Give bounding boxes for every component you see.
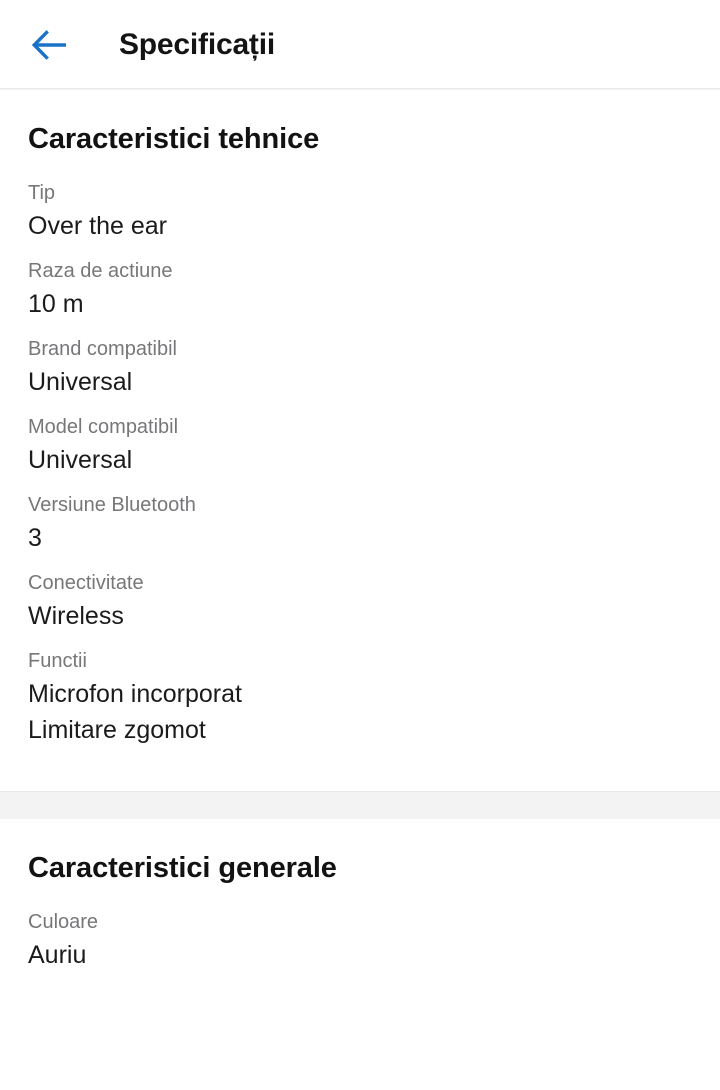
back-button[interactable] xyxy=(18,14,80,76)
spec-label: Tip xyxy=(28,181,56,204)
spec-value: 10 m xyxy=(28,289,84,318)
spec-value: Over the ear xyxy=(28,211,167,240)
spec-row: Functii Microfon incorporat Limitare zgo… xyxy=(28,647,692,761)
spec-values: Universal xyxy=(28,364,692,400)
spec-value: Microfon incorporat xyxy=(28,679,242,708)
spec-list: Culoare Auriu xyxy=(28,892,692,1016)
spec-list: Tip Over the ear Raza de actiune 10 m Br… xyxy=(28,163,692,791)
spec-value: Limitare zgomot xyxy=(28,715,206,744)
spec-values: Universal xyxy=(28,442,692,478)
spec-values: 10 m xyxy=(28,286,692,322)
spec-row: Raza de actiune 10 m xyxy=(28,257,692,335)
spec-label: Brand compatibil xyxy=(28,337,177,360)
spec-row: Conectivitate Wireless xyxy=(28,569,692,647)
spec-label: Versiune Bluetooth xyxy=(28,493,196,516)
spec-values: Over the ear xyxy=(28,208,692,244)
spec-values: 3 xyxy=(28,520,692,556)
spec-values: Auriu xyxy=(28,937,692,973)
section-technical-specs: Caracteristici tehnice Tip Over the ear … xyxy=(0,90,720,791)
spec-row: Culoare Auriu xyxy=(28,908,692,986)
spec-label: Model compatibil xyxy=(28,415,179,438)
section-divider xyxy=(0,790,720,819)
page-title: Specificații xyxy=(119,28,275,61)
spec-value: 3 xyxy=(28,523,42,552)
spec-label: Raza de actiune xyxy=(28,259,173,282)
specifications-screen: Specificații Caracteristici tehnice Tip … xyxy=(0,0,720,1090)
spec-label: Culoare xyxy=(28,910,99,933)
spec-value: Universal xyxy=(28,367,133,396)
spec-value: Universal xyxy=(28,445,133,474)
section-heading: Caracteristici tehnice xyxy=(28,123,320,155)
spec-row: Versiune Bluetooth 3 xyxy=(28,491,692,569)
spec-values: Microfon incorporat Limitare zgomot xyxy=(28,676,692,748)
spec-value: Wireless xyxy=(28,601,124,630)
spec-label: Conectivitate xyxy=(28,571,144,594)
spec-row: Brand compatibil Universal xyxy=(28,335,692,413)
spec-row: Model compatibil Universal xyxy=(28,413,692,491)
spec-values: Wireless xyxy=(28,598,692,634)
app-bar: Specificații xyxy=(0,0,720,90)
section-general-specs: Caracteristici generale Culoare Auriu xyxy=(0,818,720,1016)
spec-value: Auriu xyxy=(28,940,87,969)
arrow-left-icon xyxy=(31,30,67,60)
specifications-content: Caracteristici tehnice Tip Over the ear … xyxy=(0,90,720,1016)
spec-label: Functii xyxy=(28,649,87,672)
section-heading: Caracteristici generale xyxy=(28,851,337,884)
spec-row: Tip Over the ear xyxy=(28,179,692,257)
